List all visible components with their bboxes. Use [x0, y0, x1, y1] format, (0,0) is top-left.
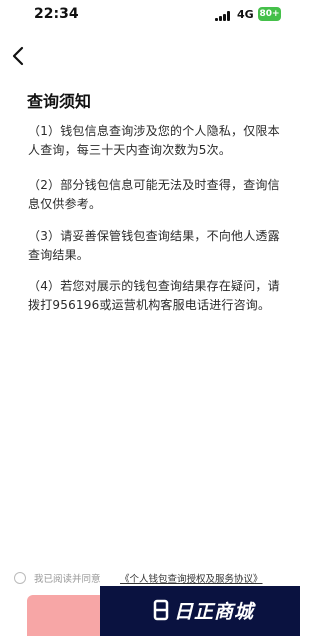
watermark-logo: 日正商城: [100, 586, 300, 636]
notice-paragraph-3: （3）请妥善保管钱包查询结果，不向他人透露查询结果。: [28, 229, 280, 262]
page-title: 查询须知: [27, 92, 92, 111]
back-button[interactable]: [10, 45, 30, 67]
network-type: 4G: [237, 8, 254, 21]
battery-icon: 80+: [258, 7, 281, 21]
notice-paragraph-1: （1）钱包信息查询涉及您的个人隐私，仅限本人查询，每三十天内查询次数为5次。: [28, 124, 280, 157]
notice-paragraph-4: （4）若您对展示的钱包查询结果存在疑问，请拨打956196或运营机构客服电话进行…: [28, 279, 280, 312]
submit-button[interactable]: [27, 595, 107, 636]
notice-paragraph-2: （2）部分钱包信息可能无法及时查得，查询信息仅供参考。: [28, 178, 280, 211]
logo-icon: [153, 599, 169, 621]
agreement-link[interactable]: 《个人钱包查询授权及服务协议》: [120, 571, 263, 585]
watermark-text: 日正商城: [174, 601, 255, 623]
agreement-prefix: 我已阅读并同意: [34, 574, 101, 585]
status-time: 22:34: [34, 6, 79, 22]
agreement-checkbox[interactable]: [14, 572, 26, 584]
chevron-left-icon: [12, 46, 24, 66]
signal-icon: [215, 11, 231, 21]
status-bar: 22:34 4G 80+: [0, 0, 300, 30]
